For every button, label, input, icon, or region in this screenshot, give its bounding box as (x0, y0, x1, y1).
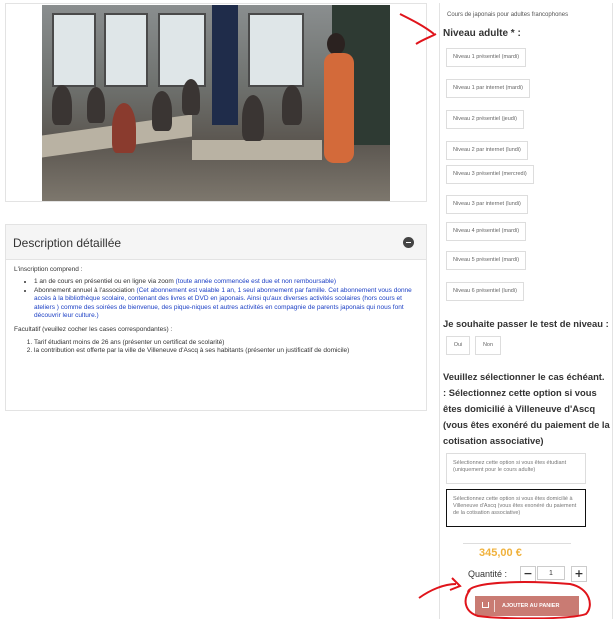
student (52, 85, 72, 125)
case-question-line: : Sélectionnez cette option si vous (443, 387, 597, 398)
student (87, 87, 105, 123)
quantity-input[interactable] (537, 566, 565, 580)
test-no-option[interactable]: Non (475, 336, 501, 355)
case-question-line: Veuillez sélectionner le cas échéant. (443, 371, 605, 382)
window (104, 13, 148, 87)
description-header[interactable]: Description détaillée (6, 225, 426, 260)
quantity-decrease-button[interactable]: − (520, 566, 536, 582)
level-option[interactable]: Niveau 3 par internet (lundi) (446, 195, 528, 214)
collapse-icon[interactable] (403, 237, 414, 248)
product-image-frame (5, 3, 427, 202)
student (282, 85, 302, 125)
teacher (327, 33, 345, 55)
quantity-increase-button[interactable]: + (571, 566, 587, 582)
cart-icon (482, 602, 489, 608)
item-note: (toute année commencée est due et non re… (175, 278, 337, 286)
level-option[interactable]: Niveau 1 par internet (mardi) (446, 79, 531, 98)
description-intro: L'inscription comprend : (14, 266, 83, 273)
window (248, 13, 304, 87)
course-name: Cours de japonais pour adultes francopho… (447, 12, 569, 18)
student (152, 91, 172, 131)
test-yes-option[interactable]: Oui (446, 336, 470, 355)
add-to-cart-label: AJOUTER AU PANIER (502, 603, 560, 609)
level-option[interactable]: Niveau 6 présentiel (lundi) (446, 282, 524, 301)
classroom-photo[interactable] (42, 5, 390, 201)
level-title: Niveau adulte * : (443, 28, 521, 39)
add-to-cart-button[interactable]: AJOUTER AU PANIER (475, 596, 579, 616)
test-question: Je souhaite passer le test de niveau : (443, 318, 609, 329)
price: 345,00 € (479, 547, 522, 559)
curtain (212, 5, 238, 125)
window (158, 13, 206, 87)
button-divider (494, 600, 495, 612)
level-option[interactable]: Niveau 1 présentiel (mardi) (446, 48, 527, 67)
case-question-line: cotisation associative) (443, 435, 544, 446)
teacher (324, 53, 354, 163)
case-question-line: êtes domicilié à Villeneuve d'Ascq (443, 403, 596, 414)
item-text: 1 an de cours en présentiel ou en ligne … (34, 278, 176, 286)
list-item: Abonnement annuel à l'association (Cet a… (34, 287, 418, 321)
student (182, 79, 200, 115)
window (52, 13, 96, 87)
divider (463, 543, 571, 544)
description-body: L'inscription comprend : 1 an de cours e… (6, 260, 426, 368)
list-item: la contribution est offerte par la ville… (34, 347, 418, 355)
optional-intro: Facultatif (veuillez cocher les cases co… (14, 326, 173, 334)
list-item: Tarif étudiant moins de 26 ans (présente… (34, 339, 418, 347)
level-option[interactable]: Niveau 5 présentiel (mardi) (446, 251, 527, 270)
level-option[interactable]: Niveau 2 par internet (lundi) (446, 141, 528, 160)
description-title: Description détaillée (13, 236, 122, 250)
student-option-card[interactable]: Sélectionnez cette option si vous êtes é… (446, 453, 586, 484)
description-panel: Description détaillée L'inscription comp… (5, 224, 427, 411)
case-question-line: (vous êtes exonéré du paiement de la (443, 419, 610, 430)
item-text: Abonnement annuel à l'association (34, 286, 137, 294)
level-option[interactable]: Niveau 2 présentiel (jeudi) (446, 110, 524, 129)
student (242, 95, 264, 141)
list-item: 1 an de cours en présentiel ou en ligne … (34, 278, 418, 286)
student (112, 103, 136, 153)
desk (192, 140, 322, 160)
quantity-label: Quantité : (468, 569, 508, 579)
resident-option-card[interactable]: Sélectionnez cette option si vous êtes d… (446, 489, 586, 527)
case-question: Veuillez sélectionner le cas échéant. : … (443, 369, 610, 449)
level-option[interactable]: Niveau 4 présentiel (mardi) (446, 222, 527, 241)
level-option[interactable]: Niveau 3 présentiel (mercredi) (446, 165, 534, 184)
